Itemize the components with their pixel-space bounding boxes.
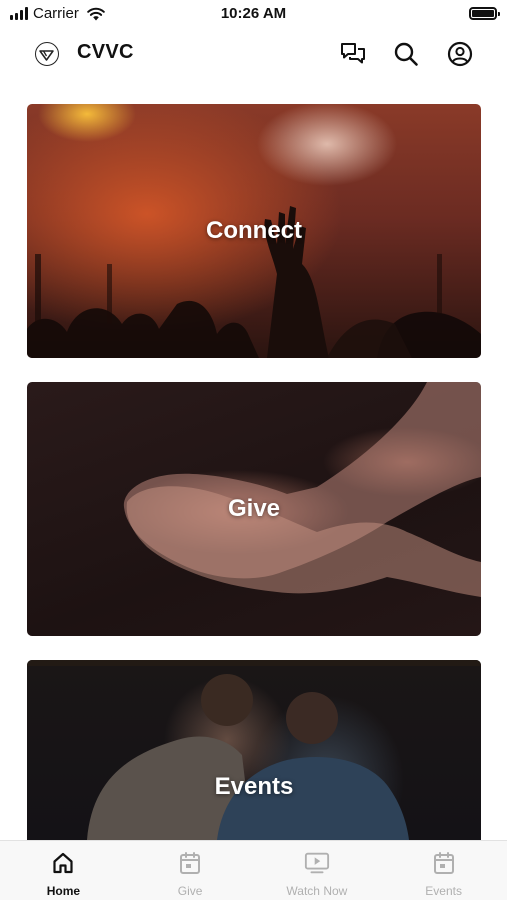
card-events[interactable]: Events [27, 660, 481, 840]
tab-bar: Home Give Watch Now Events [0, 840, 507, 900]
card-give[interactable]: Give [27, 382, 481, 636]
tab-label-watch-now: Watch Now [286, 884, 348, 898]
tab-home[interactable]: Home [0, 841, 127, 900]
tab-watch-now[interactable]: Watch Now [254, 841, 381, 900]
calendar-icon [431, 850, 457, 876]
tab-give[interactable]: Give [127, 841, 254, 900]
home-icon [50, 850, 76, 876]
play-screen-icon [304, 850, 330, 876]
card-label-connect: Connect [206, 217, 302, 244]
card-label-events: Events [214, 773, 294, 800]
people-praying-image [27, 660, 481, 840]
card-label-give: Give [227, 495, 281, 522]
calendar-icon [177, 850, 203, 876]
tab-label-home: Home [46, 884, 81, 898]
tab-label-events: Events [425, 884, 462, 898]
content-feed: Connect Give Events [0, 0, 507, 900]
card-connect[interactable]: Connect [27, 104, 481, 358]
tab-label-give: Give [177, 884, 203, 898]
tab-events[interactable]: Events [380, 841, 507, 900]
